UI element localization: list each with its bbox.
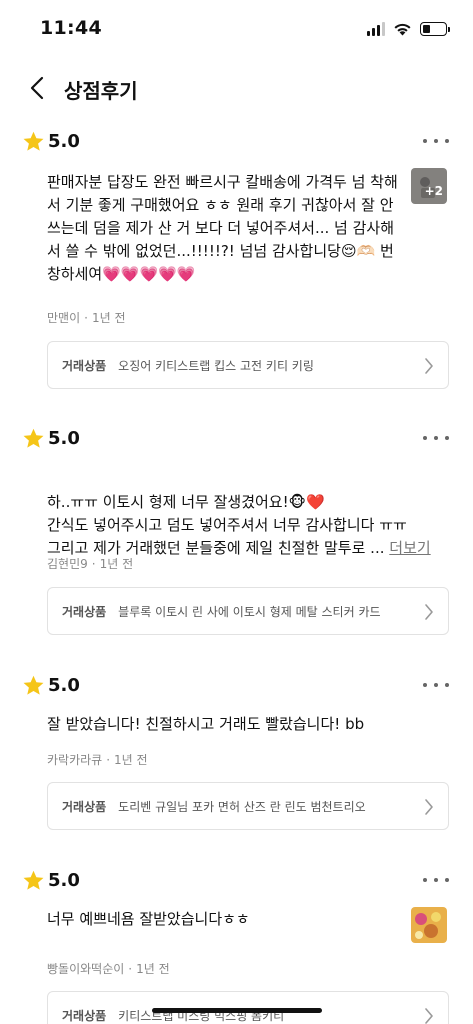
back-button[interactable] bbox=[22, 72, 52, 104]
home-indicator bbox=[152, 1008, 322, 1013]
review-text: 잘 받았습니다! 친절하시고 거래도 빨랐습니다! bb bbox=[47, 715, 365, 733]
more-options-button[interactable] bbox=[423, 425, 449, 451]
rating-row: 5.0 bbox=[22, 867, 80, 893]
review-text-content: 하..ㅠㅠ 이토시 형제 너무 잘생겼어요!🐵❤️ 간식도 넣어주시고 덤도 넣… bbox=[47, 493, 407, 557]
header: 상점후기 bbox=[0, 64, 473, 112]
chevron-right-icon bbox=[425, 1008, 433, 1024]
product-tag: 거래상품 bbox=[62, 358, 107, 373]
photo-image bbox=[411, 907, 447, 943]
product-name: 도리벤 규일님 포카 면허 산즈 란 린도 범천트리오 bbox=[118, 799, 366, 814]
review-meta: 김현민9 · 1년 전 bbox=[47, 557, 134, 571]
rating-value: 5.0 bbox=[48, 427, 80, 449]
rating-row: 5.0 bbox=[22, 425, 80, 451]
more-options-button[interactable] bbox=[423, 672, 449, 698]
review-text: 너무 예쁘네욤 잘받았습니다ㅎㅎ bbox=[47, 910, 250, 928]
read-more-link[interactable]: 더보기 bbox=[389, 539, 430, 557]
star-icon bbox=[23, 428, 44, 448]
rating-row: 5.0 bbox=[22, 128, 80, 154]
rating-value: 5.0 bbox=[48, 869, 80, 891]
product-tag: 거래상품 bbox=[62, 604, 107, 619]
review-author: 김현민9 bbox=[47, 557, 88, 571]
cellular-signal-icon bbox=[367, 22, 385, 36]
review-meta: 빵돌이와떡순이 · 1년 전 bbox=[47, 962, 170, 976]
battery-icon bbox=[420, 22, 450, 36]
more-options-button[interactable] bbox=[423, 867, 449, 893]
review-text: 판매자분 답장도 완전 빠르시구 칼배송에 가격두 넘 착해서 기분 좋게 구매… bbox=[47, 173, 398, 283]
chevron-right-icon bbox=[425, 799, 433, 815]
star-icon bbox=[23, 131, 44, 151]
review-text: 하..ㅠㅠ 이토시 형제 너무 잘생겼어요!🐵❤️ 간식도 넣어주시고 덤도 넣… bbox=[47, 468, 447, 560]
product-link[interactable]: 거래상품 도리벤 규일님 포카 면허 산즈 란 린도 범천트리오 bbox=[47, 782, 449, 830]
rating-value: 5.0 bbox=[48, 674, 80, 696]
review-item: 5.0 너무 예쁘네욤 잘받았습니다ㅎㅎ 빵돌이와떡순이 · 1년 전 거래상품 키… bbox=[0, 867, 473, 1024]
product-name: 블루록 이토시 린 사에 이토시 형제 메탈 스티커 카드 bbox=[118, 604, 381, 619]
more-options-button[interactable] bbox=[423, 128, 449, 154]
review-item: 5.0 하..ㅠㅠ 이토시 형제 너무 잘생겼어요!🐵❤️ 간식도 넣어주시고 … bbox=[0, 425, 473, 640]
status-icons bbox=[367, 20, 450, 38]
review-time: 1년 전 bbox=[136, 962, 170, 976]
product-link[interactable]: 거래상품 오징어 키티스트랩 킵스 고전 키티 키링 bbox=[47, 341, 449, 389]
star-icon bbox=[23, 675, 44, 695]
review-meta: 만맨이 · 1년 전 bbox=[47, 311, 126, 325]
status-bar: 11:44 bbox=[0, 0, 473, 56]
wifi-icon bbox=[394, 23, 411, 36]
review-time: 1년 전 bbox=[91, 311, 126, 325]
rating-value: 5.0 bbox=[48, 130, 80, 152]
review-time: 1년 전 bbox=[114, 753, 148, 767]
review-author: 만맨이 bbox=[47, 311, 81, 325]
status-time: 11:44 bbox=[40, 17, 102, 39]
photo-count-badge: +2 bbox=[411, 168, 447, 204]
review-photo-thumbnail[interactable] bbox=[411, 907, 447, 943]
page-title: 상점후기 bbox=[64, 79, 138, 103]
chevron-left-icon bbox=[30, 76, 44, 100]
chevron-right-icon bbox=[425, 604, 433, 620]
product-tag: 거래상품 bbox=[62, 799, 107, 814]
product-link[interactable]: 거래상품 블루록 이토시 린 사에 이토시 형제 메탈 스티커 카드 bbox=[47, 587, 449, 635]
chevron-right-icon bbox=[425, 358, 433, 374]
review-author: 카락카라큐 bbox=[47, 753, 103, 767]
review-meta: 카락카라큐 · 1년 전 bbox=[47, 753, 148, 767]
review-item: 5.0 판매자분 답장도 완전 빠르시구 칼배송에 가격두 넘 착해서 기분 좋… bbox=[0, 128, 473, 389]
product-tag: 거래상품 bbox=[62, 1008, 107, 1023]
review-item: 5.0 잘 받았습니다! 친절하시고 거래도 빨랐습니다! bb 카락카라큐 · 1… bbox=[0, 672, 473, 837]
product-name: 오징어 키티스트랩 킵스 고전 키티 키링 bbox=[118, 358, 314, 373]
rating-row: 5.0 bbox=[22, 672, 80, 698]
review-time: 1년 전 bbox=[99, 557, 134, 571]
review-photo-thumbnail[interactable]: +2 bbox=[411, 168, 447, 204]
review-author: 빵돌이와떡순이 bbox=[47, 962, 125, 976]
star-icon bbox=[23, 870, 44, 890]
